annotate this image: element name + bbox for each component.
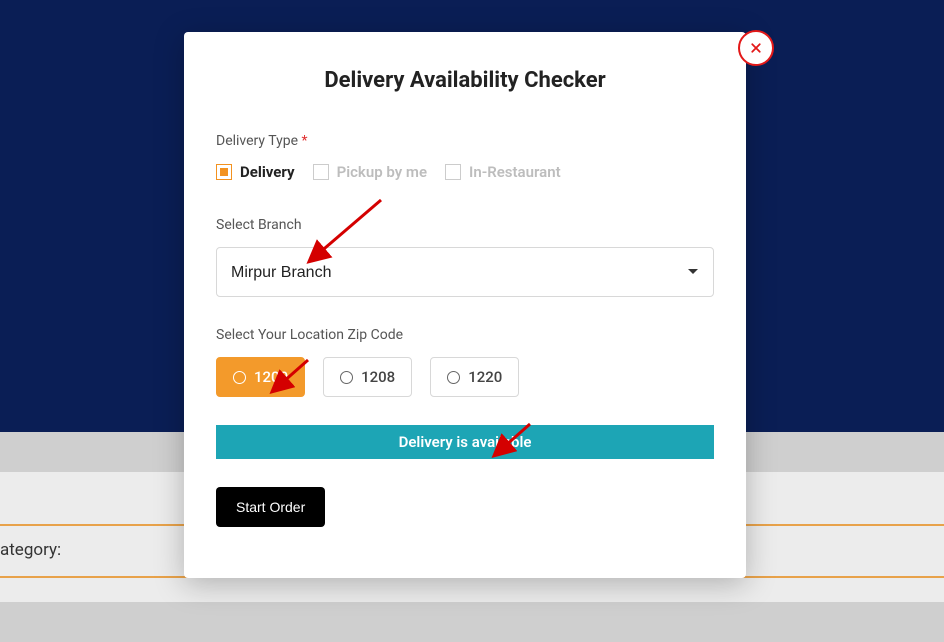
branch-select[interactable]: Mirpur Branch xyxy=(216,247,714,297)
delivery-type-options: Delivery Pickup by me In-Restaurant xyxy=(216,163,714,181)
start-order-button[interactable]: Start Order xyxy=(216,487,325,527)
option-label: Pickup by me xyxy=(337,163,427,181)
zip-code-options: 1200 1208 1220 xyxy=(216,357,714,397)
radio-icon xyxy=(340,371,353,384)
checkbox-icon xyxy=(445,164,461,180)
delivery-type-option-delivery[interactable]: Delivery xyxy=(216,163,295,181)
zip-option-1200[interactable]: 1200 xyxy=(216,357,305,397)
option-label: Delivery xyxy=(240,163,295,181)
zip-option-1220[interactable]: 1220 xyxy=(430,357,519,397)
modal-title: Delivery Availability Checker xyxy=(184,32,746,93)
zip-option-1208[interactable]: 1208 xyxy=(323,357,412,397)
branch-select-label: Select Branch xyxy=(216,217,714,233)
delivery-type-option-pickup[interactable]: Pickup by me xyxy=(313,163,427,181)
zip-code-label: Select Your Location Zip Code xyxy=(216,327,714,343)
required-star: * xyxy=(301,133,307,149)
availability-status-bar: Delivery is available xyxy=(216,425,714,459)
checkbox-icon xyxy=(216,164,232,180)
close-button[interactable] xyxy=(738,30,774,66)
radio-icon xyxy=(447,371,460,384)
delivery-type-option-in-restaurant[interactable]: In-Restaurant xyxy=(445,163,561,181)
radio-icon xyxy=(233,371,246,384)
delivery-type-label-text: Delivery Type xyxy=(216,133,298,149)
zip-option-label: 1208 xyxy=(361,368,395,386)
zip-option-label: 1200 xyxy=(254,368,288,386)
close-icon xyxy=(747,39,765,57)
zip-option-label: 1220 xyxy=(468,368,502,386)
availability-checker-modal: Delivery Availability Checker Delivery T… xyxy=(184,32,746,578)
checkbox-icon xyxy=(313,164,329,180)
option-label: In-Restaurant xyxy=(469,163,561,181)
modal-overlay: Delivery Availability Checker Delivery T… xyxy=(0,0,944,642)
delivery-type-label: Delivery Type * xyxy=(216,133,714,149)
